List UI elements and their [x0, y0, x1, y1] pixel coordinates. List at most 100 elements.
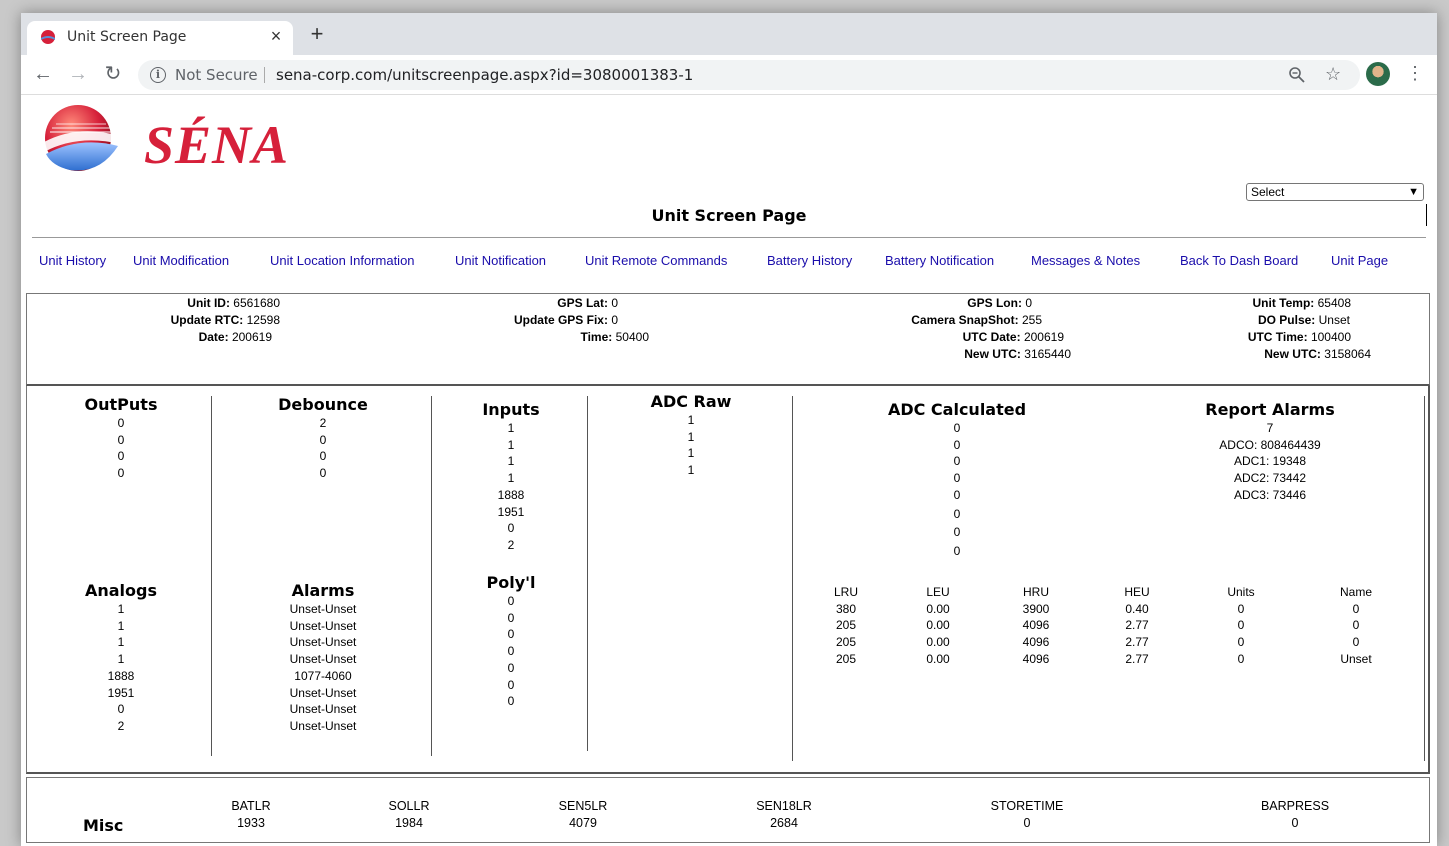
inputs-value: 1888: [497, 487, 525, 502]
info-new-utc-2: New UTC: 3158064: [1264, 347, 1371, 361]
misc-value: 1933: [237, 816, 265, 830]
inputs-value: 1: [507, 471, 515, 486]
info-utc-date: UTC Date: 200619: [962, 330, 1064, 344]
calib-cell: 205: [835, 635, 857, 650]
nav-link-unit-history[interactable]: Unit History: [39, 253, 106, 268]
report-alarms-column: Report Alarms 7 ADCO: 808464439 ADC1: 19…: [1180, 400, 1360, 504]
calib-header: LRU: [833, 585, 858, 599]
info-utc-time: UTC Time: 100400: [1247, 330, 1351, 344]
nav-link-unit-location-information[interactable]: Unit Location Information: [270, 253, 415, 268]
nav-link-back-to-dash-board[interactable]: Back To Dash Board: [1180, 253, 1298, 268]
info-new-utc-1: New UTC: 3165440: [964, 347, 1071, 361]
alarms-value: Unset-Unset: [289, 618, 357, 633]
alarms-value: Unset-Unset: [289, 685, 357, 700]
inputs-value: 1: [507, 437, 515, 452]
adc-calculated-value: 0: [953, 506, 961, 521]
nav-link-unit-remote-commands[interactable]: Unit Remote Commands: [585, 253, 727, 268]
reload-icon[interactable]: ↻: [101, 62, 125, 86]
address-bar[interactable]: i Not Secure sena-corp.com/unitscreenpag…: [138, 60, 1360, 90]
calib-header: Units: [1227, 585, 1255, 599]
analogs-value: 1: [117, 635, 125, 650]
nav-link-messages-notes[interactable]: Messages & Notes: [1031, 253, 1140, 268]
alarms-title: Alarms: [291, 581, 355, 600]
grid-divider-5: [1424, 396, 1425, 761]
analogs-value: 0: [117, 702, 125, 717]
sena-globe-icon: [44, 105, 120, 171]
outputs-value: 0: [117, 432, 125, 447]
nav-link-battery-notification[interactable]: Battery Notification: [885, 253, 994, 268]
profile-avatar[interactable]: [1366, 62, 1390, 86]
polyl-value: 0: [507, 627, 515, 642]
analogs-value: 2: [117, 718, 125, 733]
info-icon[interactable]: i: [150, 67, 166, 83]
alarms-column: Alarms Unset-Unset Unset-Unset Unset-Uns…: [263, 581, 383, 735]
more-menu-icon[interactable]: ⋮: [1406, 63, 1424, 83]
analogs-value: 1951: [107, 685, 135, 700]
web-page: SÉNA Select ▼ Unit Screen Page Unit Hist…: [21, 96, 1437, 846]
back-arrow-icon[interactable]: ←: [31, 62, 55, 86]
alarms-value: Unset-Unset: [289, 652, 357, 667]
calib-cell: 4096: [1022, 651, 1050, 666]
grid-divider-2: [431, 396, 432, 756]
report-alarms-title: Report Alarms: [1205, 400, 1335, 419]
misc-label: SEN18LR: [756, 799, 812, 813]
nav-link-battery-history[interactable]: Battery History: [767, 253, 852, 268]
misc-item-sen5lr: SEN5LR 4079: [543, 798, 623, 832]
calib-col-lru: LRU 380 205 205 205: [816, 584, 876, 668]
report-alarms-value: 7: [1266, 421, 1274, 435]
info-update-rtc: Update RTC: 12598: [170, 313, 280, 327]
polyl-value: 0: [507, 644, 515, 659]
analogs-value: 1: [117, 652, 125, 667]
adc-calculated-value: 0: [953, 454, 961, 469]
polyl-value: 0: [507, 660, 515, 675]
adc-calculated-column: ADC Calculated 0 0 0 0 0 0 0 0: [877, 400, 1037, 560]
misc-label: STORETIME: [990, 799, 1064, 813]
zoom-icon[interactable]: [1288, 66, 1306, 84]
polyl-value: 0: [507, 694, 515, 709]
analogs-title: Analogs: [84, 581, 158, 600]
inputs-value: 2: [507, 537, 515, 552]
calib-cell: 0: [1237, 651, 1245, 666]
grid-divider-4: [792, 396, 793, 761]
calib-cell: 2.77: [1125, 635, 1149, 650]
url-text[interactable]: sena-corp.com/unitscreenpage.aspx?id=308…: [276, 66, 693, 84]
outputs-value: 0: [117, 466, 125, 481]
calib-cell: 205: [835, 651, 857, 666]
debounce-title: Debounce: [278, 395, 368, 414]
misc-label: BARPRESS: [1260, 799, 1330, 813]
calib-cell: 0.00: [926, 618, 950, 633]
analogs-column: Analogs 1 1 1 1 1888 1951 0 2: [71, 581, 171, 735]
tab-unit-screen-page[interactable]: Unit Screen Page ×: [27, 21, 293, 55]
inputs-value: 1: [507, 421, 515, 435]
page-select-dropdown[interactable]: Select ▼: [1246, 183, 1424, 201]
forward-arrow-icon[interactable]: →: [66, 62, 90, 86]
misc-value: 0: [1291, 816, 1299, 830]
outputs-value: 0: [117, 449, 125, 464]
inputs-value: 1951: [497, 504, 525, 519]
outputs-column: OutPuts 0 0 0 0: [71, 395, 171, 482]
calib-cell: 0: [1237, 618, 1245, 633]
close-tab-icon[interactable]: ×: [267, 26, 285, 47]
polyl-value: 0: [507, 594, 515, 608]
info-do-pulse: DO Pulse: Unset: [1257, 313, 1350, 327]
report-alarms-value: ADC3: 73446: [1233, 487, 1307, 502]
info-date: Date: 200619: [198, 330, 272, 344]
alarms-value: Unset-Unset: [289, 602, 357, 616]
info-unit-id: Unit ID: 6561680: [187, 296, 280, 310]
logo-wordmark: SÉNA: [144, 115, 290, 175]
tab-title: Unit Screen Page: [67, 29, 187, 45]
debounce-value: 2: [319, 416, 327, 430]
report-alarms-value: ADC2: 73442: [1233, 471, 1307, 486]
analogs-value: 1: [117, 602, 125, 616]
bookmark-star-icon[interactable]: ☆: [1325, 64, 1341, 85]
adc-raw-value: 1: [687, 429, 695, 444]
nav-link-unit-page[interactable]: Unit Page: [1331, 253, 1388, 268]
sena-favicon-icon: [41, 30, 55, 44]
nav-link-unit-notification[interactable]: Unit Notification: [455, 253, 546, 268]
chevron-down-icon: ▼: [1408, 186, 1419, 198]
calib-cell: 2.77: [1125, 618, 1149, 633]
adc-calculated-value: 0: [953, 421, 961, 435]
nav-link-unit-modification[interactable]: Unit Modification: [133, 253, 229, 268]
new-tab-icon[interactable]: +: [305, 23, 329, 45]
calib-header: HEU: [1124, 585, 1150, 599]
